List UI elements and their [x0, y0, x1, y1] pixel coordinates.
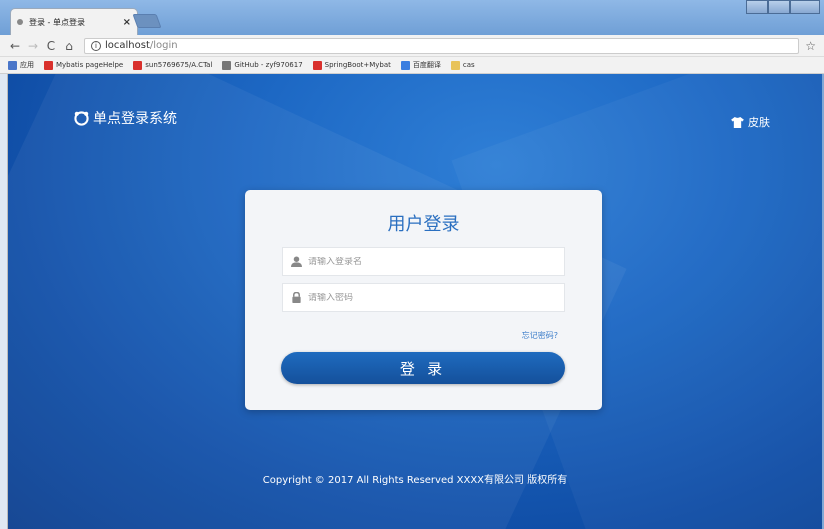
c-icon: [44, 60, 53, 70]
new-tab-button[interactable]: [132, 14, 162, 28]
window-user-button[interactable]: [746, 0, 768, 14]
apps-icon: [8, 60, 17, 70]
bookmark-item[interactable]: 应用: [8, 60, 34, 70]
forward-button[interactable]: →: [26, 39, 40, 53]
brand-name: 单点登录系统: [93, 111, 177, 127]
bookmark-star-icon[interactable]: ☆: [805, 39, 816, 53]
password-input[interactable]: [308, 292, 564, 303]
login-title: 用户登录: [387, 214, 460, 235]
left-window-edge: [0, 74, 8, 529]
lock-icon: [292, 292, 301, 303]
back-button[interactable]: ←: [8, 39, 22, 53]
bookmark-item[interactable]: GitHub - zyf970617: [222, 60, 303, 70]
bookmark-label: SpringBoot+Mybat: [324, 61, 391, 69]
bookmark-label: GitHub - zyf970617: [234, 61, 303, 69]
window-maximize-button[interactable]: [790, 0, 820, 14]
login-page: 单点登录系统 皮肤 用户登录 忘记密码? 登 录 Copyright © 201…: [8, 74, 822, 529]
address-bar[interactable]: i localhost/login: [84, 37, 800, 54]
bookmark-label: 应用: [20, 61, 34, 69]
user-icon: [291, 256, 302, 267]
reload-button[interactable]: C: [44, 39, 58, 53]
translate-icon: [400, 60, 410, 70]
skin-button[interactable]: 皮肤: [731, 114, 770, 130]
password-field: [282, 283, 565, 312]
url-host: localhost: [105, 40, 150, 51]
bookmarks-bar: 应用 Mybatis pageHelpe sun5769675/A.CTal GitH…: [0, 57, 824, 74]
folder-icon: [450, 60, 460, 70]
bookmark-label: 百度翻译: [412, 61, 441, 69]
tab-favicon-icon: [17, 19, 23, 25]
skin-label: 皮肤: [748, 116, 770, 129]
tshirt-icon: [731, 116, 744, 128]
browser-tab[interactable]: 登录 - 单点登录 ×: [10, 8, 138, 35]
bookmark-item[interactable]: SpringBoot+Mybat: [312, 60, 391, 70]
info-icon[interactable]: i: [91, 40, 101, 51]
url-path: /login: [149, 40, 178, 51]
bookmark-label: cas: [462, 61, 475, 69]
login-card: 用户登录 忘记密码? 登 录: [245, 190, 602, 410]
page-icon: [222, 60, 232, 70]
brand: 单点登录系统: [74, 108, 177, 128]
bookmark-label: Mybatis pageHelpe: [56, 61, 124, 69]
bm-icon: [312, 60, 322, 70]
bookmark-item[interactable]: sun5769675/A.CTal: [133, 60, 213, 70]
bookmark-item[interactable]: cas: [450, 60, 475, 70]
window-titlebar: 登录 - 单点登录 ×: [0, 0, 824, 35]
bookmark-label: sun5769675/A.CTal: [145, 61, 213, 69]
window-minimize-button[interactable]: [768, 0, 790, 14]
username-input[interactable]: [308, 256, 564, 267]
footer-copyright: Copyright © 2017 All Rights Reserved XXX…: [262, 475, 568, 486]
browser-toolbar: ← → C ⌂ i localhost/login ☆: [0, 35, 824, 57]
username-field: [282, 247, 565, 276]
tab-title: 登录 - 单点登录: [29, 17, 85, 27]
bookmark-item[interactable]: Mybatis pageHelpe: [44, 60, 124, 70]
home-button[interactable]: ⌂: [62, 39, 76, 53]
g-icon: [133, 60, 143, 70]
bookmark-item[interactable]: 百度翻译: [400, 60, 441, 70]
forgot-password-link[interactable]: 忘记密码?: [522, 330, 558, 341]
window-controls: [746, 0, 820, 14]
login-button[interactable]: 登 录: [281, 352, 565, 384]
tab-close-icon[interactable]: ×: [123, 17, 131, 28]
logo-icon: [74, 110, 89, 126]
